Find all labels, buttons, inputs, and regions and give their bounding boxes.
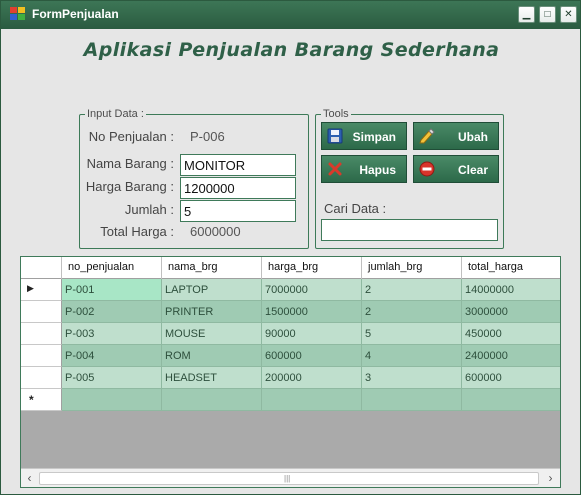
simpan-button[interactable]: Simpan (321, 122, 407, 150)
scrollbar-thumb[interactable]: ||| (39, 472, 539, 485)
cell-total-harga[interactable]: 3000000 (462, 301, 560, 323)
window-title: FormPenjualan (32, 7, 119, 21)
row-header[interactable]: ▶ (21, 279, 62, 301)
cell-harga-brg[interactable]: 1500000 (262, 301, 362, 323)
title-bar[interactable]: FormPenjualan ▁ □ ✕ (1, 1, 580, 29)
scroll-left-button[interactable]: ‹ (22, 471, 37, 486)
clear-label: Clear (457, 163, 488, 177)
no-penjualan-label: No Penjualan : (88, 129, 174, 144)
grid-corner-cell (21, 257, 62, 279)
no-penjualan-value: P-006 (190, 129, 225, 144)
hapus-button[interactable]: Hapus (321, 155, 407, 183)
jumlah-input[interactable] (180, 200, 296, 222)
total-harga-label: Total Harga : (100, 224, 174, 239)
clear-button[interactable]: Clear (413, 155, 499, 183)
horizontal-scrollbar[interactable]: ‹ ||| › (21, 468, 560, 487)
row-header[interactable] (21, 345, 62, 367)
cell-harga-brg[interactable]: 90000 (262, 323, 362, 345)
grid-header-row: no_penjualan nama_brg harga_brg jumlah_b… (21, 257, 560, 279)
new-cell-jumlah-brg[interactable] (362, 389, 462, 411)
cell-harga-brg[interactable]: 200000 (262, 367, 362, 389)
table-row[interactable]: P-002 PRINTER 1500000 2 3000000 (21, 301, 560, 323)
close-button[interactable]: ✕ (560, 6, 577, 23)
ubah-button[interactable]: Ubah (413, 122, 499, 150)
cell-jumlah-brg[interactable]: 2 (362, 279, 462, 301)
new-cell-harga-brg[interactable] (262, 389, 362, 411)
column-header-nama-brg[interactable]: nama_brg (162, 257, 262, 279)
input-data-group-title: Input Data : (85, 108, 146, 120)
hapus-label: Hapus (359, 163, 396, 177)
cari-data-input[interactable] (321, 219, 498, 241)
jumlah-label: Jumlah : (124, 202, 174, 217)
cell-nama-brg[interactable]: LAPTOP (162, 279, 262, 301)
tools-group-title: Tools (321, 108, 351, 120)
new-cell-nama-brg[interactable] (162, 389, 262, 411)
cell-total-harga[interactable]: 14000000 (462, 279, 560, 301)
cell-total-harga[interactable]: 2400000 (462, 345, 560, 367)
delete-x-icon (328, 162, 342, 176)
harga-barang-label: Harga Barang : (85, 179, 174, 194)
current-row-arrow-icon: ▶ (27, 283, 34, 293)
cell-jumlah-brg[interactable]: 3 (362, 367, 462, 389)
scrollbar-grip-icon: ||| (284, 474, 291, 483)
save-icon (327, 128, 343, 144)
new-row-asterisk-icon: * (29, 393, 34, 407)
row-header[interactable] (21, 367, 62, 389)
table-row[interactable]: P-003 MOUSE 90000 5 450000 (21, 323, 560, 345)
nama-barang-label: Nama Barang : (86, 156, 174, 171)
cell-jumlah-brg[interactable]: 4 (362, 345, 462, 367)
form-penjualan-window: FormPenjualan ▁ □ ✕ Aplikasi Penjualan B… (0, 0, 581, 495)
row-header[interactable]: * (21, 389, 62, 411)
new-cell-no-penjualan[interactable] (62, 389, 162, 411)
cari-data-label: Cari Data : (324, 201, 387, 216)
table-row[interactable]: ▶ P-001 LAPTOP 7000000 2 14000000 (21, 279, 560, 301)
harga-barang-input[interactable] (180, 177, 296, 199)
cell-jumlah-brg[interactable]: 5 (362, 323, 462, 345)
cell-no-penjualan[interactable]: P-001 (62, 279, 162, 301)
table-row[interactable]: P-004 ROM 600000 4 2400000 (21, 345, 560, 367)
maximize-button[interactable]: □ (539, 6, 556, 23)
minimize-button[interactable]: ▁ (518, 6, 535, 23)
cell-no-penjualan[interactable]: P-003 (62, 323, 162, 345)
row-header[interactable] (21, 323, 62, 345)
row-header[interactable] (21, 301, 62, 323)
cell-no-penjualan[interactable]: P-002 (62, 301, 162, 323)
total-harga-value: 6000000 (190, 224, 241, 239)
cell-nama-brg[interactable]: ROM (162, 345, 262, 367)
cell-nama-brg[interactable]: MOUSE (162, 323, 262, 345)
column-header-total-harga[interactable]: total_harga (462, 257, 560, 279)
cell-total-harga[interactable]: 600000 (462, 367, 560, 389)
cell-no-penjualan[interactable]: P-005 (62, 367, 162, 389)
cell-nama-brg[interactable]: PRINTER (162, 301, 262, 323)
simpan-label: Simpan (352, 130, 396, 144)
cell-nama-brg[interactable]: HEADSET (162, 367, 262, 389)
cell-no-penjualan[interactable]: P-004 (62, 345, 162, 367)
cell-total-harga[interactable]: 450000 (462, 323, 560, 345)
scroll-right-button[interactable]: › (543, 471, 558, 486)
table-row[interactable]: P-005 HEADSET 200000 3 600000 (21, 367, 560, 389)
cell-harga-brg[interactable]: 600000 (262, 345, 362, 367)
nama-barang-input[interactable] (180, 154, 296, 176)
column-header-harga-brg[interactable]: harga_brg (262, 257, 362, 279)
clear-stop-icon (419, 161, 435, 177)
cell-harga-brg[interactable]: 7000000 (262, 279, 362, 301)
cell-jumlah-brg[interactable]: 2 (362, 301, 462, 323)
penjualan-data-grid[interactable]: no_penjualan nama_brg harga_brg jumlah_b… (20, 256, 561, 488)
app-icon (10, 7, 25, 21)
column-header-no-penjualan[interactable]: no_penjualan (62, 257, 162, 279)
new-row[interactable]: * (21, 389, 560, 411)
column-header-jumlah-brg[interactable]: jumlah_brg (362, 257, 462, 279)
edit-pencil-icon (419, 128, 435, 144)
new-cell-total-harga[interactable] (462, 389, 560, 411)
app-heading: Aplikasi Penjualan Barang Sederhana (83, 39, 500, 61)
ubah-label: Ubah (458, 130, 488, 144)
